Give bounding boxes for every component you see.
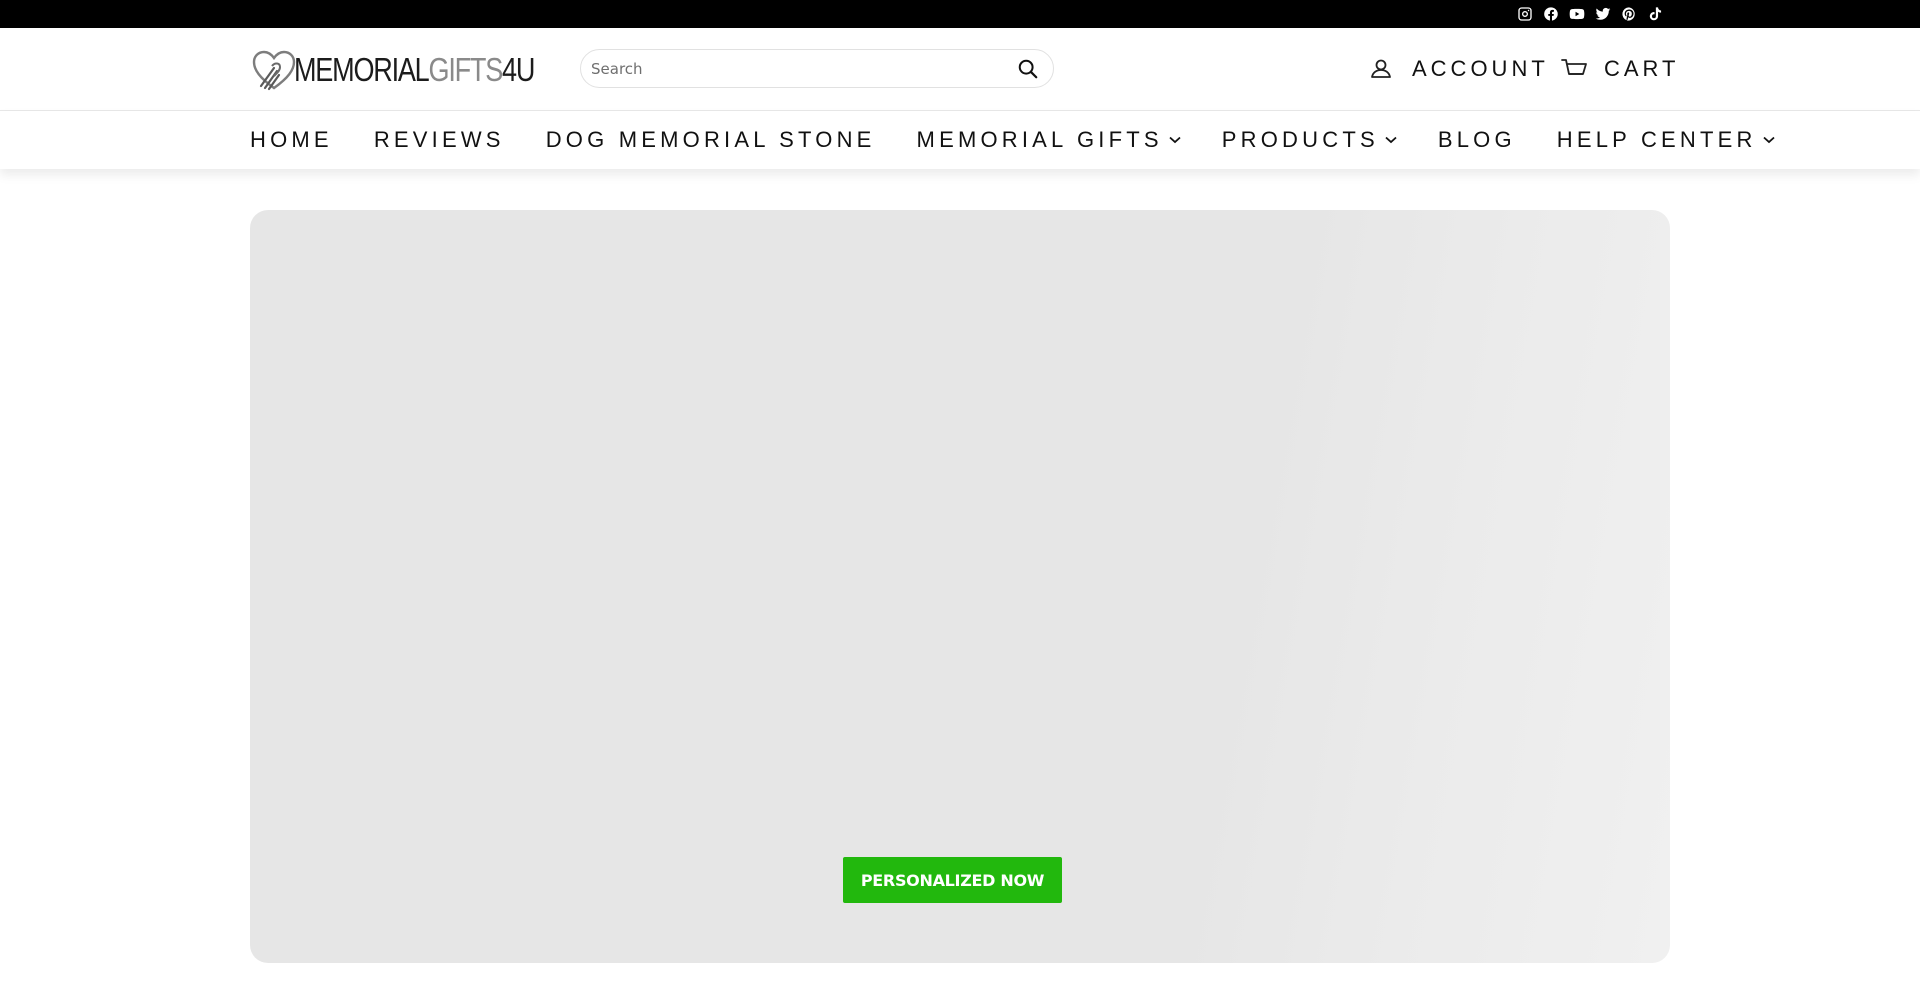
personalized-now-button[interactable]: PERSONALIZED NOW	[843, 857, 1062, 903]
pinterest-icon[interactable]	[1620, 5, 1638, 23]
chevron-down-icon	[1169, 136, 1181, 144]
logo-wordmark: MEMORIALGIFTS4U	[294, 51, 535, 89]
facebook-icon[interactable]	[1542, 5, 1560, 23]
account-link[interactable]: ACCOUNT	[1368, 52, 1549, 86]
search-icon[interactable]	[1017, 58, 1039, 80]
nav-item-memorial-gifts[interactable]: MEMORIAL GIFTS	[917, 127, 1181, 153]
nav-item-reviews[interactable]: REVIEWS	[374, 127, 505, 153]
cart-link[interactable]: CART	[1560, 52, 1680, 86]
account-label: ACCOUNT	[1412, 56, 1549, 81]
nav-item-help-center[interactable]: HELP CENTER	[1557, 127, 1775, 153]
main-navigation: HOME REVIEWS DOG MEMORIAL STONE MEMORIAL…	[0, 111, 1920, 169]
twitter-icon[interactable]	[1594, 5, 1612, 23]
nav-item-blog[interactable]: BLOG	[1438, 127, 1516, 153]
social-bar	[0, 0, 1920, 28]
nav-list: HOME REVIEWS DOG MEMORIAL STONE MEMORIAL…	[250, 111, 1816, 169]
cart-icon	[1561, 59, 1587, 75]
nav-item-home[interactable]: HOME	[250, 127, 333, 153]
nav-item-label: BLOG	[1437, 127, 1516, 152]
logo-text-4u: 4U	[502, 51, 535, 88]
nav-item-label: PRODUCTS	[1221, 127, 1379, 152]
nav-item-label: HELP CENTER	[1556, 127, 1757, 152]
search-input[interactable]	[581, 50, 1001, 87]
site-logo[interactable]: MEMORIALGIFTS4U	[250, 48, 587, 92]
nav-item-products[interactable]: PRODUCTS	[1222, 127, 1397, 153]
logo-text-memorial: MEMORIAL	[294, 51, 430, 88]
cart-label: CART	[1604, 56, 1680, 81]
social-links	[1516, 4, 1664, 23]
search-bar	[580, 49, 1054, 88]
user-icon	[1371, 59, 1391, 78]
chevron-down-icon	[1763, 136, 1775, 144]
chevron-down-icon	[1385, 136, 1397, 144]
heart-paw-icon	[252, 50, 296, 91]
instagram-icon[interactable]	[1516, 5, 1534, 23]
tiktok-icon[interactable]	[1646, 5, 1664, 23]
nav-item-label: REVIEWS	[373, 127, 505, 152]
nav-item-label: MEMORIAL GIFTS	[916, 127, 1163, 152]
nav-item-dog-memorial-stone[interactable]: DOG MEMORIAL STONE	[546, 127, 876, 153]
logo-text-gifts: GIFTS	[428, 51, 504, 88]
nav-item-label: HOME	[250, 127, 333, 152]
hero-banner: PERSONALIZED NOW	[250, 210, 1670, 963]
youtube-icon[interactable]	[1568, 5, 1586, 23]
nav-item-label: DOG MEMORIAL STONE	[545, 127, 876, 152]
